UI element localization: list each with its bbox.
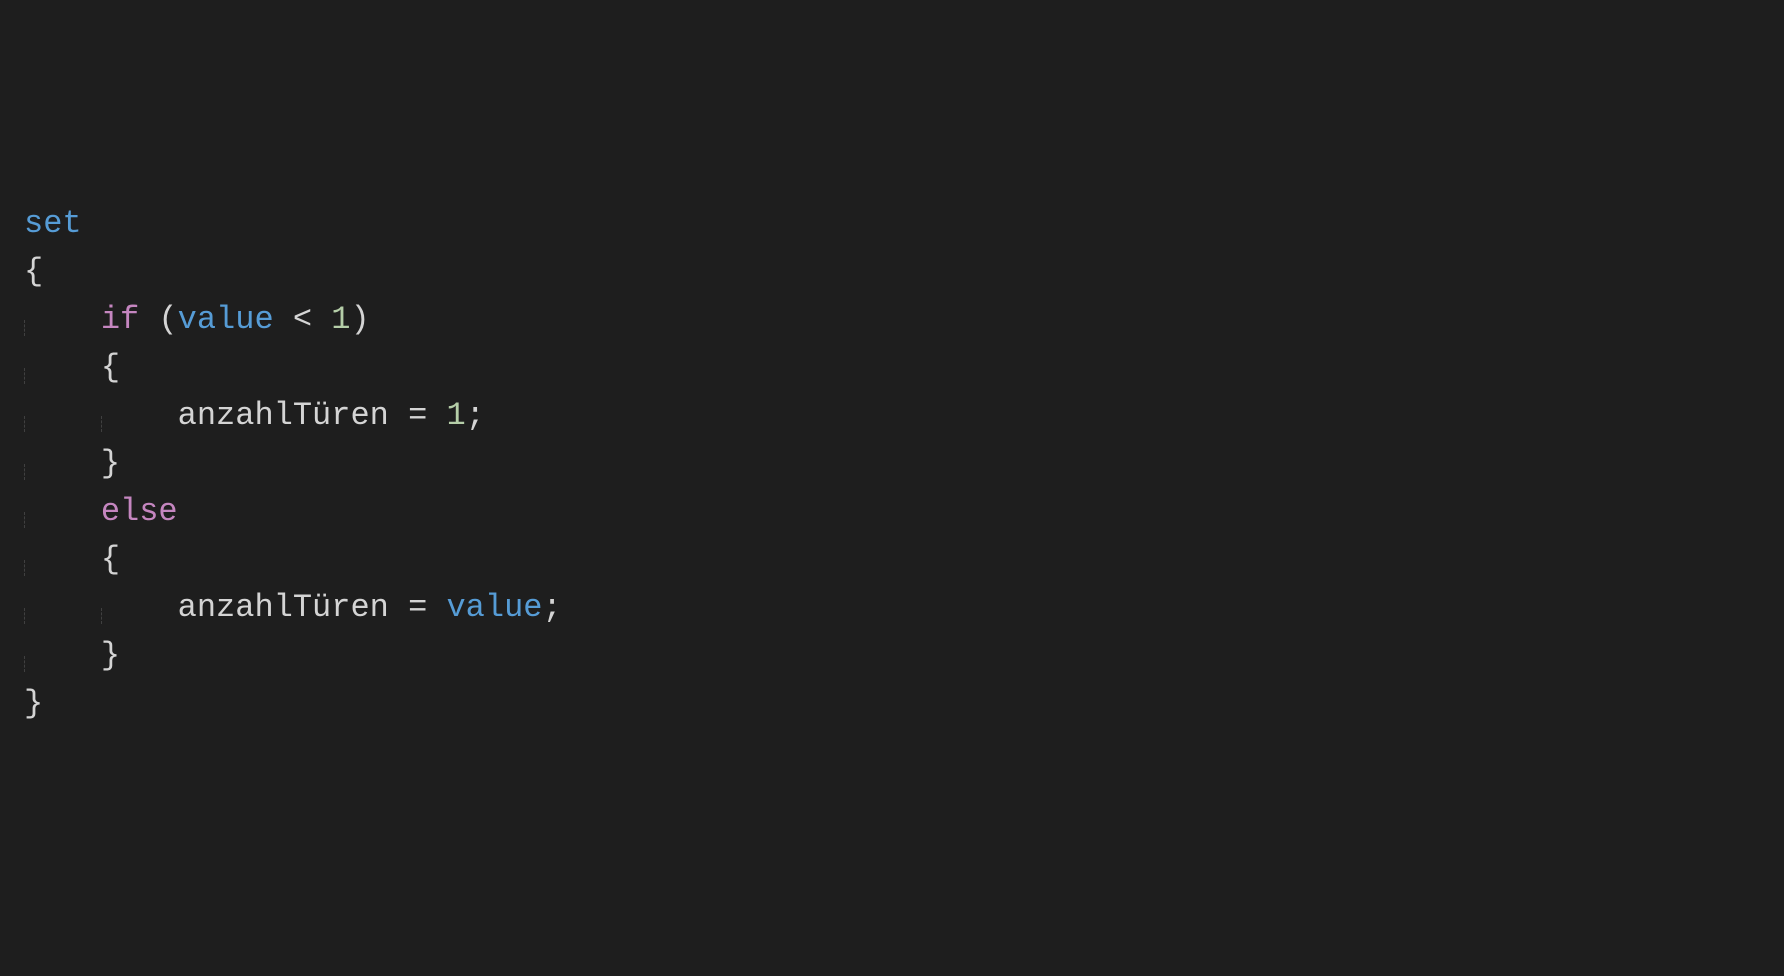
number-literal: 1 bbox=[331, 301, 350, 338]
brace-open: { bbox=[101, 349, 120, 386]
code-line: { bbox=[24, 248, 1784, 296]
keyword-else: else bbox=[101, 493, 178, 530]
brace-open: { bbox=[101, 541, 120, 578]
operator-assign: = bbox=[408, 589, 427, 626]
identifier: anzahlTüren bbox=[178, 397, 389, 434]
code-line: { bbox=[24, 536, 1784, 584]
keyword-set: set bbox=[24, 205, 82, 242]
code-line: } bbox=[24, 632, 1784, 680]
brace-close: } bbox=[101, 637, 120, 674]
code-line: else bbox=[24, 488, 1784, 536]
code-line: anzahlTüren = value; bbox=[24, 584, 1784, 632]
keyword-if: if bbox=[101, 301, 139, 338]
code-line: if (value <1) bbox=[24, 296, 1784, 344]
code-editor-view[interactable]: set{if(value<1){anzahlTüren=1;}else{anza… bbox=[24, 200, 1784, 728]
operator-assign: = bbox=[408, 397, 427, 434]
paren-open: ( bbox=[158, 301, 177, 338]
code-line: set bbox=[24, 200, 1784, 248]
keyword-value: value bbox=[178, 301, 274, 338]
semicolon: ; bbox=[542, 589, 561, 626]
code-line: { bbox=[24, 344, 1784, 392]
brace-close: } bbox=[24, 685, 43, 722]
code-line: } bbox=[24, 680, 1784, 728]
paren-close: ) bbox=[350, 301, 369, 338]
brace-open: { bbox=[24, 253, 43, 290]
operator-lessthan: < bbox=[293, 301, 312, 338]
semicolon: ; bbox=[466, 397, 485, 434]
identifier: anzahlTüren bbox=[178, 589, 389, 626]
brace-close: } bbox=[101, 445, 120, 482]
number-literal: 1 bbox=[446, 397, 465, 434]
code-line: } bbox=[24, 440, 1784, 488]
code-line: anzahlTüren = 1; bbox=[24, 392, 1784, 440]
keyword-value: value bbox=[446, 589, 542, 626]
